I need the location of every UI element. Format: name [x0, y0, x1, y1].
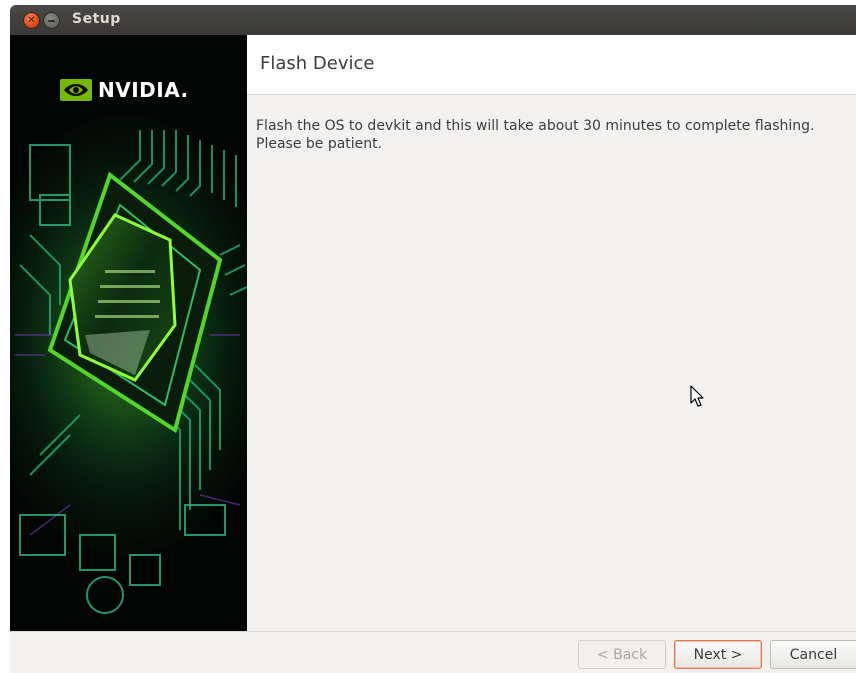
cancel-button[interactable]: Cancel	[770, 640, 856, 669]
page-header: Flash Device	[247, 35, 856, 95]
back-button[interactable]: < Back	[578, 640, 666, 669]
mouse-pointer-icon	[690, 385, 704, 407]
nvidia-wordmark: NVIDIA.	[98, 78, 189, 102]
title-bar: ✕ Setup	[10, 5, 856, 35]
close-icon[interactable]: ✕	[24, 13, 39, 28]
instruction-line-1: Flash the OS to devkit and this will tak…	[256, 118, 815, 134]
page-title: Flash Device	[260, 53, 375, 74]
setup-window: NVIDIA. Flash Device Flash the OS to dev…	[10, 35, 856, 673]
window-title: Setup	[72, 11, 121, 27]
instruction-text: Flash the OS to devkit and this will tak…	[256, 117, 846, 153]
instruction-line-2: Please be patient.	[256, 136, 383, 152]
button-bar: < Back Next > Cancel	[10, 631, 856, 673]
next-button[interactable]: Next >	[674, 640, 762, 669]
nvidia-eye-icon	[60, 79, 92, 101]
nvidia-banner-image: NVIDIA.	[10, 35, 247, 631]
nvidia-logo: NVIDIA.	[60, 78, 189, 102]
circuit-board-artwork	[10, 35, 247, 631]
minimize-icon[interactable]	[44, 13, 59, 28]
content-area: Flash the OS to devkit and this will tak…	[247, 95, 856, 631]
